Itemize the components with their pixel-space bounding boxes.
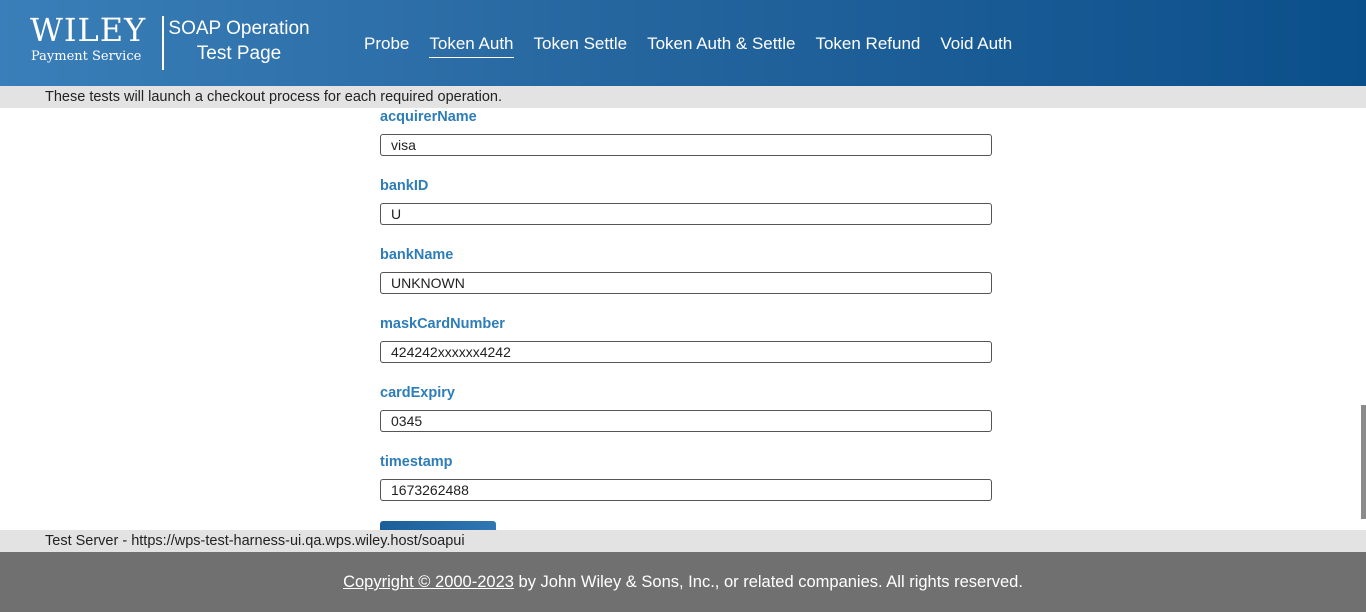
field-label: bankName: [380, 247, 454, 263]
field-label: bankID: [380, 178, 429, 194]
copyright-text: by John Wiley & Sons, Inc., or related c…: [513, 573, 1023, 591]
acquirer-name-input[interactable]: [380, 134, 992, 156]
field-card-expiry: cardExpiry: [380, 384, 992, 432]
field-bank-name: bankName: [380, 246, 992, 294]
site-title-line2: Test Page: [196, 43, 282, 64]
field-acquirer-name: acquirerName: [380, 108, 992, 156]
server-bar: Test Server - https://wps-test-harness-u…: [0, 530, 1366, 552]
field-label: cardExpiry: [380, 385, 455, 401]
logo-divider: [162, 16, 164, 70]
card-expiry-input[interactable]: [380, 410, 992, 432]
nav-token-auth[interactable]: Token Auth: [429, 32, 514, 58]
info-bar: These tests will launch a checkout proce…: [0, 86, 1366, 108]
bank-id-input[interactable]: [380, 203, 992, 225]
nav-void-auth[interactable]: Void Auth: [940, 32, 1012, 58]
field-mask-card-number: maskCardNumber: [380, 315, 992, 363]
site-title: SOAP Operation Test Page: [168, 16, 310, 66]
copyright-link[interactable]: Copyright © 2000-2023: [343, 573, 514, 591]
wiley-logo[interactable]: WILEY Payment Service: [30, 12, 152, 70]
submit-button[interactable]: [380, 521, 496, 530]
field-bank-id: bankID: [380, 177, 992, 225]
field-label: timestamp: [380, 454, 453, 470]
field-label: acquirerName: [380, 109, 477, 125]
field-label: maskCardNumber: [380, 316, 505, 332]
main-nav: Probe Token Auth Token Settle Token Auth…: [364, 32, 1032, 58]
site-footer: Copyright © 2000-2023 by John Wiley & So…: [0, 552, 1366, 612]
scrollbar[interactable]: [1361, 108, 1366, 530]
timestamp-input[interactable]: [380, 479, 992, 501]
nav-token-settle[interactable]: Token Settle: [534, 32, 628, 58]
nav-token-refund[interactable]: Token Refund: [815, 32, 920, 58]
mask-card-number-input[interactable]: [380, 341, 992, 363]
bank-name-input[interactable]: [380, 272, 992, 294]
nav-token-auth-settle[interactable]: Token Auth & Settle: [647, 32, 795, 58]
scrollbar-thumb[interactable]: [1361, 405, 1366, 519]
site-header: WILEY Payment Service SOAP Operation Tes…: [0, 0, 1366, 86]
logo-wordmark: WILEY: [30, 11, 147, 49]
field-timestamp: timestamp: [380, 453, 992, 501]
site-title-line1: SOAP Operation: [168, 18, 310, 39]
nav-probe[interactable]: Probe: [364, 32, 409, 58]
logo-subtitle: Payment Service: [31, 49, 142, 64]
form-content: acquirerName bankID bankName maskCardNum…: [0, 108, 1366, 530]
